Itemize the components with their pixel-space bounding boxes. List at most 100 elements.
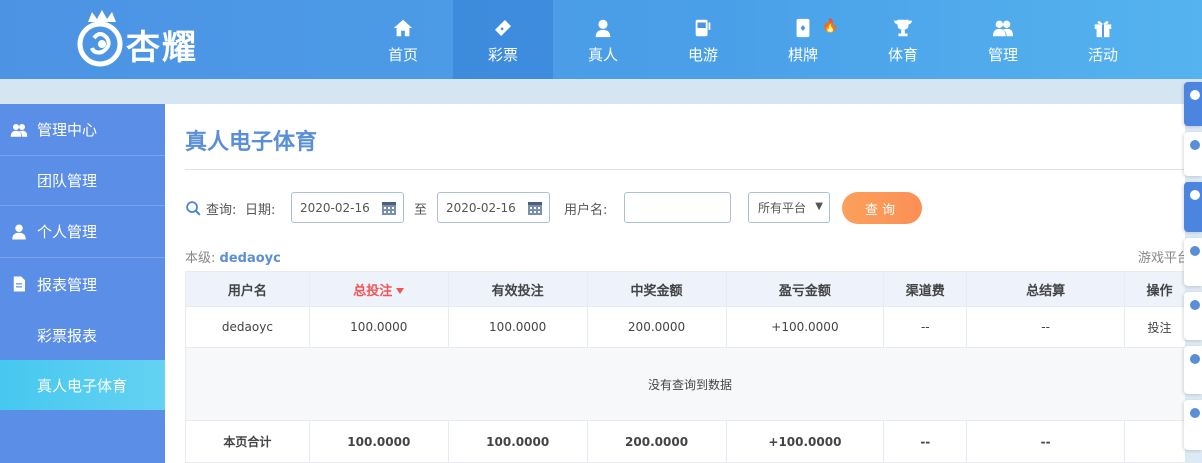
title-divider <box>185 169 1185 170</box>
query-label: 查询: <box>206 202 237 218</box>
username-input[interactable] <box>624 192 731 223</box>
cell-actions-sum <box>1124 420 1185 463</box>
float-icon <box>1190 354 1200 364</box>
float-icon <box>1190 190 1200 200</box>
home-icon <box>393 19 413 37</box>
page-title: 真人电子体育 <box>185 130 318 155</box>
platform-select[interactable]: 所有平台 ▼ <box>748 192 830 223</box>
cell-valid-bet-sum: 100.0000 <box>447 420 588 463</box>
username-label: 用户名: <box>564 202 608 218</box>
float-button-2[interactable] <box>1184 132 1202 176</box>
main-panel: 真人电子体育 查询: 日期: 2020-02-16 至 2020-02-16 用… <box>165 104 1185 463</box>
nav-lottery[interactable]: 彩票 <box>453 0 553 79</box>
float-icon <box>1190 90 1200 100</box>
cell-channel-fee: -- <box>883 306 968 348</box>
platform-select-value: 所有平台 <box>758 201 807 215</box>
float-button-1[interactable] <box>1184 82 1202 126</box>
level-user-link[interactable]: dedaoyc <box>220 251 281 266</box>
svg-text:♦: ♦ <box>799 23 806 33</box>
cell-total-bet: 100.0000 <box>308 306 449 348</box>
game-platform-label: 游戏平台 <box>1138 251 1185 266</box>
col-total-bet[interactable]: 总投注 <box>308 271 449 307</box>
float-icon <box>1190 140 1200 150</box>
empty-row: 没有查询到数据 <box>185 347 1185 421</box>
users-icon <box>10 123 28 137</box>
nav-label: 棋牌 <box>787 46 818 64</box>
ticket-icon <box>495 20 511 36</box>
brand-logo[interactable]: 杏耀 <box>74 8 224 70</box>
date-from-field[interactable]: 2020-02-16 <box>291 192 404 223</box>
top-header: 杏耀 首页 彩票 真人 电游 ♦ 🔥 棋牌 体育 管理 活动 <box>0 0 1202 79</box>
sidebar-item-label: 彩票报表 <box>37 326 98 345</box>
float-button-5[interactable] <box>1184 292 1202 340</box>
nav-label: 彩票 <box>487 46 518 64</box>
card-icon: ♦ <box>796 18 810 38</box>
live-dealer-icon <box>595 19 611 38</box>
slot-machine-icon <box>695 19 711 37</box>
nav-sports[interactable]: 体育 <box>853 0 953 79</box>
total-row: 本页合计 100.0000 100.0000 200.0000 +100.000… <box>185 420 1185 463</box>
cell-valid-bet: 100.0000 <box>447 306 588 348</box>
sidebar-item-personal-management[interactable]: 个人管理 <box>0 206 165 258</box>
query-label-group: 查询: <box>185 192 236 224</box>
sidebar-item-live-slots-sports[interactable]: 真人电子体育 <box>0 360 165 410</box>
float-button-6[interactable] <box>1184 346 1202 394</box>
nav-live[interactable]: 真人 <box>553 0 653 79</box>
float-button-3[interactable] <box>1184 182 1202 232</box>
date-to-label: 至 <box>414 202 428 218</box>
nav-label: 首页 <box>387 46 418 64</box>
cell-settlement-sum: -- <box>966 420 1126 463</box>
user-icon <box>12 224 26 239</box>
float-icon <box>1190 300 1200 310</box>
trophy-icon <box>893 19 913 37</box>
cell-win-amount-sum: 200.0000 <box>586 420 727 463</box>
cell-total-label: 本页合计 <box>185 420 310 463</box>
sort-desc-icon[interactable] <box>396 288 405 294</box>
calendar-icon[interactable] <box>381 200 397 216</box>
col-profit-loss: 盈亏金额 <box>725 271 885 307</box>
sidebar-item-management-center[interactable]: 管理中心 <box>0 104 165 156</box>
sidebar: 管理中心 团队管理 个人管理 报表管理 彩票报表 真人电子体育 <box>0 104 165 463</box>
date-to-value: 2020-02-16 <box>446 200 516 215</box>
nav-label: 体育 <box>887 46 918 64</box>
sidebar-item-team-management[interactable]: 团队管理 <box>0 156 165 206</box>
nav-cards[interactable]: ♦ 🔥 棋牌 <box>753 0 853 79</box>
col-username: 用户名 <box>185 271 310 307</box>
current-level: 本级: dedaoyc <box>185 247 281 266</box>
nav-home[interactable]: 首页 <box>353 0 453 79</box>
report-icon <box>13 276 25 292</box>
date-to-field[interactable]: 2020-02-16 <box>437 192 550 223</box>
calendar-icon[interactable] <box>527 200 543 216</box>
nav-label: 电游 <box>687 46 718 64</box>
col-channel-fee: 渠道费 <box>883 271 968 307</box>
float-icon <box>1190 246 1200 256</box>
sidebar-item-label: 报表管理 <box>37 275 98 294</box>
col-actions: 操作 <box>1124 271 1185 307</box>
col-valid-bet: 有效投注 <box>447 271 588 307</box>
search-icon <box>186 200 201 216</box>
users-icon <box>992 20 1014 37</box>
brand-name: 杏耀 <box>126 28 198 68</box>
sidebar-item-label: 管理中心 <box>37 121 98 139</box>
col-settlement: 总结算 <box>966 271 1126 307</box>
hot-flame-icon: 🔥 <box>822 19 839 34</box>
float-button-7[interactable] <box>1184 400 1202 450</box>
gift-icon <box>1094 21 1112 38</box>
date-from-value: 2020-02-16 <box>300 200 370 215</box>
sidebar-item-label: 团队管理 <box>37 172 98 190</box>
query-button[interactable]: 查询 <box>842 192 922 224</box>
nav-management[interactable]: 管理 <box>953 0 1053 79</box>
crown-logo-icon <box>77 10 123 67</box>
cell-settlement: -- <box>966 306 1126 348</box>
bet-detail-link[interactable]: 投注 <box>1124 306 1185 348</box>
sidebar-item-lottery-report[interactable]: 彩票报表 <box>0 310 165 360</box>
float-button-4[interactable] <box>1184 238 1202 286</box>
sidebar-item-report-management[interactable]: 报表管理 <box>0 258 165 310</box>
right-floating-toolbar <box>1184 82 1202 463</box>
nav-label: 管理 <box>987 46 1018 64</box>
header-strip <box>0 79 1202 104</box>
nav-promotions[interactable]: 活动 <box>1053 0 1153 79</box>
cell-total-bet-sum: 100.0000 <box>308 420 449 463</box>
nav-slots[interactable]: 电游 <box>653 0 753 79</box>
level-label: 本级: <box>185 251 216 266</box>
